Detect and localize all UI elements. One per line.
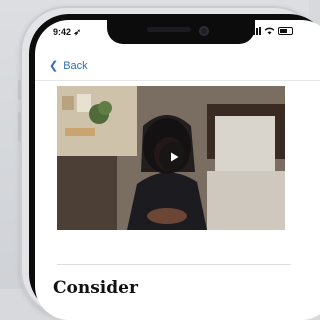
phone-side-button: [18, 80, 21, 100]
video-player[interactable]: [57, 86, 285, 230]
speaker-grille: [147, 27, 191, 32]
back-button[interactable]: ❮ Back: [49, 60, 88, 72]
play-button[interactable]: [159, 142, 189, 172]
phone-screen: 9:42 ➶ ❮ Back Consider: [35, 20, 320, 320]
back-label: Back: [63, 60, 88, 72]
chevron-left-icon: ❮: [49, 59, 59, 72]
front-camera: [199, 26, 209, 36]
status-bar-time: 9:42 ➶: [53, 27, 81, 38]
article-heading: Consider: [53, 278, 138, 298]
play-icon: [171, 152, 179, 162]
notch: [107, 20, 255, 44]
battery-icon: [278, 27, 293, 35]
nav-divider: [35, 80, 320, 81]
status-time-text: 9:42: [53, 27, 72, 37]
location-arrow-icon: ➶: [73, 27, 82, 37]
status-bar-icons: [250, 27, 293, 35]
wifi-icon: [264, 27, 275, 35]
cellular-signal-icon: [250, 27, 261, 35]
phone-side-button: [18, 112, 21, 142]
section-divider: [57, 264, 291, 265]
